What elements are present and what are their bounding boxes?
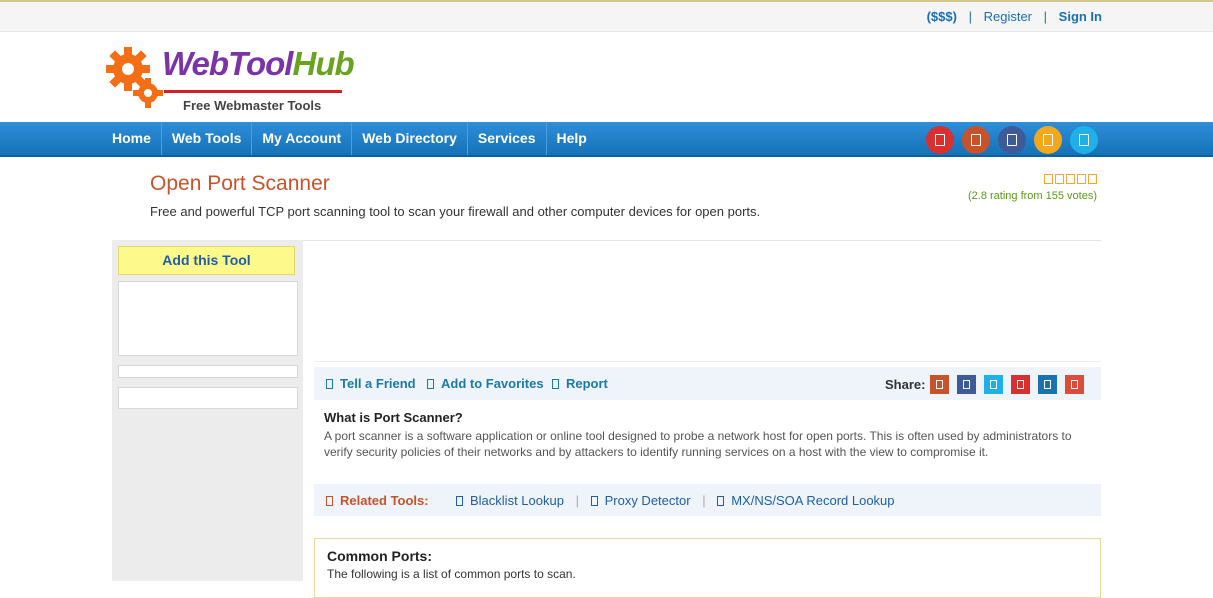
link-icon xyxy=(326,496,333,506)
nav-item-web-tools[interactable]: Web Tools xyxy=(162,122,253,155)
facebook-icon[interactable] xyxy=(998,126,1026,154)
site-logo[interactable]: WebToolHub Free Webmaster Tools xyxy=(104,43,364,113)
facebook-icon[interactable] xyxy=(957,375,976,394)
star-icon xyxy=(427,379,434,389)
report-link[interactable]: Report xyxy=(552,376,608,391)
add-tool-button[interactable]: Add this Tool xyxy=(118,246,295,275)
tool-action-bar: Tell a Friend Add to Favorites Report Sh… xyxy=(314,367,1101,400)
social-links xyxy=(926,126,1098,154)
gears-icon xyxy=(106,47,163,108)
content-divider xyxy=(314,361,1101,362)
bookmark-icon[interactable] xyxy=(1034,126,1062,154)
rating-stars[interactable] xyxy=(968,172,1097,187)
related-tool-link[interactable]: Proxy Detector xyxy=(605,493,691,508)
tell-friend-link[interactable]: Tell a Friend xyxy=(326,376,416,391)
currency-link[interactable]: ($$$) xyxy=(927,9,957,24)
separator: | xyxy=(1043,9,1048,25)
logo-tagline: Free Webmaster Tools xyxy=(183,98,322,113)
twitter-icon[interactable] xyxy=(1070,126,1098,154)
reddit-icon[interactable] xyxy=(930,375,949,394)
rating-widget: (2.8 rating from 155 votes) xyxy=(968,172,1097,202)
rss-icon[interactable] xyxy=(962,126,990,154)
main-nav: Home Web Tools My Account Web Directory … xyxy=(0,122,1213,157)
star-icon[interactable] xyxy=(1088,174,1097,184)
star-icon[interactable] xyxy=(1055,174,1064,184)
logo-wordmark: WebToolHub xyxy=(162,45,355,82)
star-icon[interactable] xyxy=(1077,174,1086,184)
page-subtitle: Free and powerful TCP port scanning tool… xyxy=(150,204,761,219)
linkedin-icon[interactable] xyxy=(1038,375,1057,394)
related-tool-link[interactable]: Blacklist Lookup xyxy=(470,493,564,508)
register-link[interactable]: Register xyxy=(984,9,1032,24)
pinterest-icon[interactable] xyxy=(1011,375,1030,394)
sidebar-widget xyxy=(118,365,298,378)
related-tools-links: Blacklist Lookup | Proxy Detector | MX/N… xyxy=(456,493,895,508)
related-tools-label: Related Tools: xyxy=(326,493,429,508)
account-links: ($$$) | Register | Sign In xyxy=(927,8,1102,24)
page-title: Open Port Scanner xyxy=(150,172,330,195)
tool-icon xyxy=(717,496,725,506)
logo-underline xyxy=(164,90,342,93)
top-bar: ($$$) | Register | Sign In xyxy=(0,2,1213,32)
sidebar-widget xyxy=(118,387,298,409)
sidebar-widget xyxy=(118,281,298,356)
related-tools-bar: Related Tools: Blacklist Lookup | Proxy … xyxy=(314,484,1101,516)
tool-icon xyxy=(590,496,598,506)
common-ports-text: The following is a list of common ports … xyxy=(327,567,576,581)
separator: | xyxy=(702,493,706,508)
nav-item-help[interactable]: Help xyxy=(547,122,597,155)
nav-item-web-directory[interactable]: Web Directory xyxy=(352,122,468,155)
nav-item-home[interactable]: Home xyxy=(102,122,162,155)
nav-item-services[interactable]: Services xyxy=(468,122,547,155)
related-tool-link[interactable]: MX/NS/SOA Record Lookup xyxy=(731,493,894,508)
content-divider xyxy=(303,240,1101,241)
separator: | xyxy=(968,9,972,25)
nav-menu: Home Web Tools My Account Web Directory … xyxy=(102,122,597,155)
description-title: What is Port Scanner? xyxy=(324,410,463,425)
star-icon[interactable] xyxy=(1066,174,1075,184)
twitter-icon[interactable] xyxy=(984,375,1003,394)
add-favorites-link[interactable]: Add to Favorites xyxy=(427,376,544,391)
pinterest-icon[interactable] xyxy=(926,126,954,154)
share-buttons xyxy=(930,375,1084,394)
tool-icon xyxy=(456,496,463,506)
sidebar: Add this Tool xyxy=(112,240,303,581)
signin-link[interactable]: Sign In xyxy=(1059,9,1102,24)
share-label: Share: xyxy=(885,377,926,392)
nav-item-my-account[interactable]: My Account xyxy=(252,122,353,155)
flag-icon xyxy=(552,379,559,389)
common-ports-title: Common Ports: xyxy=(327,548,432,564)
site-header: WebToolHub Free Webmaster Tools xyxy=(0,33,1213,122)
common-ports-box: Common Ports: The following is a list of… xyxy=(314,538,1101,598)
rating-text: (2.8 rating from 155 votes) xyxy=(967,190,1097,202)
separator: | xyxy=(575,493,579,508)
star-icon[interactable] xyxy=(1044,174,1053,184)
envelope-icon xyxy=(326,379,333,389)
description-body: A port scanner is a software application… xyxy=(324,429,1072,459)
google-plus-icon[interactable] xyxy=(1065,375,1084,394)
